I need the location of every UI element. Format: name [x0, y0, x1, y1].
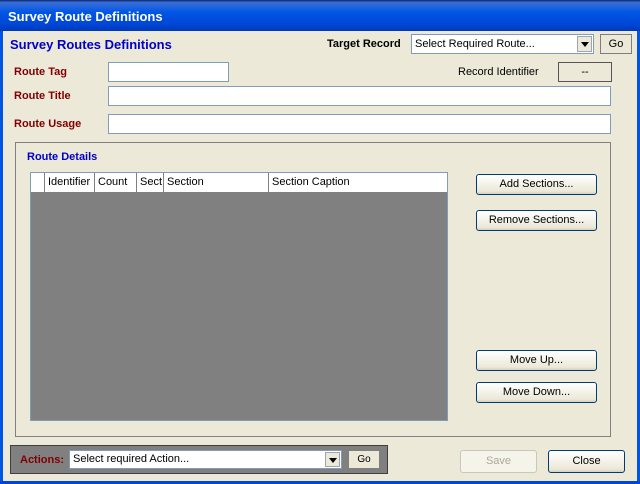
remove-sections-button[interactable]: Remove Sections... [476, 210, 597, 231]
page-heading: Survey Routes Definitions [10, 37, 172, 52]
route-usage-input[interactable] [108, 114, 611, 134]
record-identifier-value: -- [581, 66, 589, 78]
add-sections-button[interactable]: Add Sections... [476, 174, 597, 195]
remove-sections-label: Remove Sections... [488, 214, 585, 226]
grid-column-header-section[interactable]: Section [164, 173, 269, 192]
chevron-down-icon[interactable] [577, 36, 592, 52]
record-identifier-label: Record Identifier [458, 66, 539, 78]
window-frame-left [0, 31, 3, 484]
move-up-label: Move Up... [509, 354, 564, 366]
go-label: Go [608, 38, 624, 50]
route-details-title: Route Details [27, 151, 98, 163]
move-down-button[interactable]: Move Down... [476, 382, 597, 403]
route-title-input[interactable] [108, 86, 611, 106]
target-record-label: Target Record [327, 38, 401, 50]
route-usage-label: Route Usage [14, 118, 82, 130]
actions-go-label: Go [357, 454, 371, 465]
route-details-grid[interactable]: Identifier Count Sect Section Section Ca… [30, 172, 448, 421]
route-tag-label: Route Tag [14, 66, 67, 78]
close-button[interactable]: Close [548, 450, 625, 473]
survey-route-definitions-window: Survey Route Definitions Survey Routes D… [0, 0, 640, 484]
grid-column-header-section-caption[interactable]: Section Caption [269, 173, 447, 192]
move-down-label: Move Down... [502, 386, 571, 398]
save-button[interactable]: Save [460, 450, 537, 473]
actions-bar: Actions: Select required Action... Go [10, 445, 388, 474]
actions-label: Actions: [20, 454, 64, 466]
target-record-go-button[interactable]: Go [600, 34, 632, 54]
title-bar[interactable]: Survey Route Definitions [0, 0, 640, 31]
record-identifier-field: -- [558, 62, 612, 82]
actions-dropdown[interactable]: Select required Action... [69, 450, 342, 469]
move-up-button[interactable]: Move Up... [476, 350, 597, 371]
grid-column-header-count[interactable]: Count [95, 173, 137, 192]
add-sections-label: Add Sections... [499, 178, 574, 190]
target-record-dropdown[interactable]: Select Required Route... [411, 34, 594, 54]
chevron-down-icon[interactable] [325, 452, 340, 467]
target-record-value: Select Required Route... [415, 38, 535, 50]
grid-column-header-identifier[interactable]: Identifier [45, 173, 95, 192]
grid-column-header-select[interactable] [31, 173, 45, 192]
actions-go-button[interactable]: Go [348, 450, 380, 469]
route-title-label: Route Title [14, 90, 71, 102]
window-title: Survey Route Definitions [8, 9, 163, 24]
grid-column-header-sect[interactable]: Sect [137, 173, 164, 192]
save-label: Save [485, 455, 512, 467]
grid-header: Identifier Count Sect Section Section Ca… [31, 173, 447, 193]
close-label: Close [572, 455, 601, 467]
actions-value: Select required Action... [73, 453, 190, 465]
route-tag-input[interactable] [108, 62, 229, 82]
